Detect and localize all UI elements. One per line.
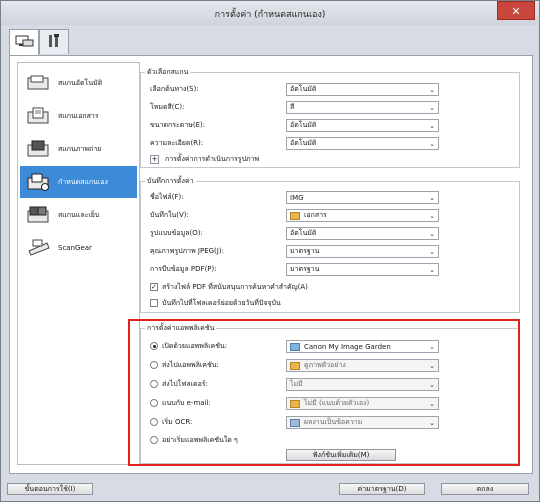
sidebar-item-label: สแกนอัตโนมัติ <box>58 78 103 87</box>
sidebar-item-label: สแกนเอกสาร <box>58 111 99 120</box>
dropdown-value: อัตโนมัติ <box>290 229 317 237</box>
field-label: การบีบข้อมูล PDF(P): <box>150 264 217 273</box>
paper-size-dropdown[interactable]: อัตโนมัติ ⌄ <box>286 119 439 132</box>
chevron-down-icon: ⌄ <box>429 230 435 238</box>
dropdown-value: อัตโนมัติ <box>290 139 317 147</box>
title-bar: การตั้งค่า (กำหนดสแกนเอง) ✕ <box>1 1 539 25</box>
auto-scan-icon <box>26 73 52 93</box>
expand-plus-icon[interactable]: + <box>150 154 159 164</box>
resolution-dropdown[interactable]: อัตโนมัติ ⌄ <box>286 137 439 150</box>
data-format-dropdown[interactable]: อัตโนมัติ ⌄ <box>286 227 439 240</box>
sidebar-item-label: สแกนและเย็บ <box>58 210 100 219</box>
field-label: บันทึกใน(V): <box>150 210 189 219</box>
scanner-pc-icon <box>14 34 34 52</box>
tab-scan[interactable] <box>9 29 39 56</box>
image-processing-label: การตั้งค่าการดำเนินการรูปภาพ <box>165 154 260 163</box>
jpeg-quality-row: คุณภาพรูปภาพ JPEG(J): <box>150 244 270 258</box>
checkbox[interactable] <box>150 299 158 307</box>
chevron-down-icon: ⌄ <box>429 104 435 112</box>
instructions-button[interactable]: ขั้นตอนการใช้(I) <box>7 483 93 495</box>
close-button[interactable]: ✕ <box>497 1 535 20</box>
group-title: บันทึกการตั้งค่า <box>145 176 196 187</box>
highlight-box <box>128 319 520 466</box>
save-settings-group: บันทึกการตั้งค่า ชื่อไฟล์(F): IMG ⌄ บันทึ… <box>140 176 520 313</box>
ok-button[interactable]: ตกลง <box>441 483 529 495</box>
data-format-row: รูปแบบข้อมูล(O): <box>150 226 270 240</box>
chevron-down-icon: ⌄ <box>429 212 435 220</box>
chevron-down-icon: ⌄ <box>429 122 435 130</box>
checkbox[interactable]: ✓ <box>150 283 158 291</box>
sidebar-item-scan-and-stitch[interactable]: สแกนและเย็บ <box>20 199 137 231</box>
scangear-icon <box>26 238 52 258</box>
tab-general-settings[interactable] <box>39 29 69 54</box>
jpeg-quality-dropdown[interactable]: มาตรฐาน ⌄ <box>286 245 439 258</box>
folder-icon <box>290 211 300 220</box>
sidebar-item-document-scan[interactable]: สแกนเอกสาร <box>20 100 137 132</box>
sidebar-item-scangear[interactable]: ScanGear <box>20 232 137 264</box>
input-value: IMG <box>290 193 304 202</box>
subfolder-checkbox-row[interactable]: บันทึกไปที่โฟลเดอร์ย่อยด้วยวันที่ปัจจุบั… <box>150 296 281 310</box>
searchable-pdf-checkbox-row[interactable]: ✓ สร้างไฟล์ PDF ที่สนับสนุนการค้นหาคำสำคั… <box>150 280 308 294</box>
save-in-row: บันทึกใน(V): <box>150 208 270 222</box>
dropdown-value: มาตรฐาน <box>290 265 320 273</box>
chevron-down-icon: ⌄ <box>429 266 435 274</box>
field-label: เลือกต้นทาง(S): <box>150 84 199 93</box>
sidebar: สแกนอัตโนมัติ สแกนเอกสาร สแกนภาพถ่าย กำห… <box>17 62 140 465</box>
dropdown-value: อัตโนมัติ <box>290 121 317 129</box>
tools-icon <box>46 33 62 51</box>
sidebar-item-label: กำหนดสแกนเอง <box>58 177 108 186</box>
select-source-dropdown[interactable]: อัตโนมัติ ⌄ <box>286 83 439 96</box>
scan-options-group: ตัวเลือกสแกน เลือกต้นทาง(S): อัตโนมัติ ⌄ … <box>140 67 520 168</box>
sidebar-item-label: ScanGear <box>58 244 92 252</box>
field-label: ขนาดกระดาษ(E): <box>150 120 206 129</box>
field-label: โหมดสี(C): <box>150 102 185 111</box>
dropdown-value: มาตรฐาน <box>290 247 320 255</box>
group-title: ตัวเลือกสแกน <box>145 67 191 78</box>
save-in-dropdown[interactable]: เอกสาร ⌄ <box>286 209 439 222</box>
defaults-button[interactable]: ค่ามาตรฐาน(D) <box>339 483 425 495</box>
paper-size-row: ขนาดกระดาษ(E): <box>150 118 270 132</box>
sidebar-item-custom-scan[interactable]: กำหนดสแกนเอง <box>20 166 137 198</box>
settings-window: การตั้งค่า (กำหนดสแกนเอง) ✕ สแกนอัตโนมัต… <box>0 0 540 502</box>
custom-scan-icon <box>26 172 52 192</box>
image-processing-toggle[interactable]: + การตั้งค่าการดำเนินการรูปภาพ <box>150 152 259 166</box>
dropdown-value: สี <box>290 103 295 111</box>
color-mode-dropdown[interactable]: สี ⌄ <box>286 101 439 114</box>
chevron-down-icon: ⌄ <box>429 248 435 256</box>
color-mode-row: โหมดสี(C): <box>150 100 270 114</box>
chevron-down-icon: ⌄ <box>429 194 435 202</box>
field-label: รูปแบบข้อมูล(O): <box>150 228 203 237</box>
field-label: ความละเอียด(R): <box>150 138 204 147</box>
checkbox-label: บันทึกไปที่โฟลเดอร์ย่อยด้วยวันที่ปัจจุบั… <box>162 298 281 307</box>
document-scan-icon <box>26 106 52 126</box>
dropdown-value: เอกสาร <box>304 211 327 219</box>
pdf-compression-dropdown[interactable]: มาตรฐาน ⌄ <box>286 263 439 276</box>
field-label: คุณภาพรูปภาพ JPEG(J): <box>150 246 224 255</box>
pdf-compression-row: การบีบข้อมูล PDF(P): <box>150 262 270 276</box>
photo-scan-icon <box>26 139 52 159</box>
resolution-row: ความละเอียด(R): <box>150 136 270 150</box>
field-label: ชื่อไฟล์(F): <box>150 192 184 201</box>
file-name-row: ชื่อไฟล์(F): <box>150 190 270 204</box>
window-title: การตั้งค่า (กำหนดสแกนเอง) <box>214 10 326 20</box>
file-name-input[interactable]: IMG ⌄ <box>286 191 439 204</box>
dropdown-value: อัตโนมัติ <box>290 85 317 93</box>
sidebar-item-photo-scan[interactable]: สแกนภาพถ่าย <box>20 133 137 165</box>
chevron-down-icon: ⌄ <box>429 86 435 94</box>
sidebar-item-auto-scan[interactable]: สแกนอัตโนมัติ <box>20 67 137 99</box>
scan-stitch-icon <box>26 205 52 225</box>
sidebar-item-label: สแกนภาพถ่าย <box>58 144 102 153</box>
chevron-down-icon: ⌄ <box>429 140 435 148</box>
checkbox-label: สร้างไฟล์ PDF ที่สนับสนุนการค้นหาคำสำคัญ… <box>162 282 308 291</box>
select-source-row: เลือกต้นทาง(S): <box>150 82 270 96</box>
